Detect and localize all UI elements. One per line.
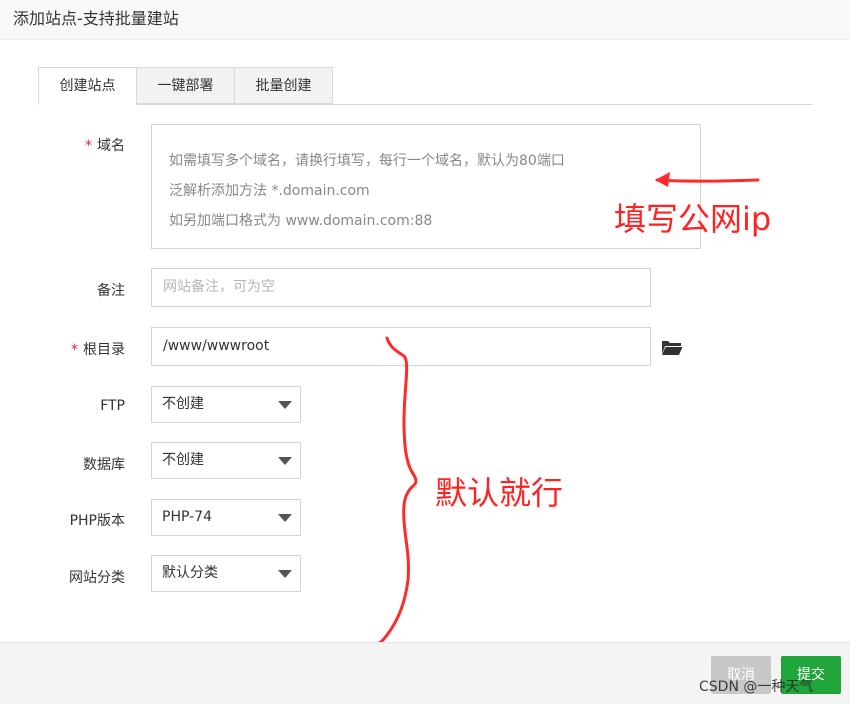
tab-bar: 创建站点 一键部署 批量创建	[38, 67, 813, 105]
domain-placeholder-line: 如需填写多个域名，请换行填写，每行一个域名，默认为80端口	[169, 153, 565, 169]
required-mark: *	[71, 342, 78, 358]
root-dir-input[interactable]: /www/wwwroot	[151, 327, 651, 366]
site-category-select[interactable]: 默认分类	[151, 555, 301, 592]
domain-label: * 域名	[85, 138, 125, 154]
root-dir-label: * 根目录	[71, 342, 125, 358]
tab-create-site[interactable]: 创建站点	[38, 67, 137, 105]
dialog-title-bar: 添加站点-支持批量建站	[0, 0, 850, 40]
chevron-down-icon	[278, 457, 292, 465]
database-select-value: 不创建	[162, 452, 204, 468]
annotation-fill-public-ip: 填写公网ip	[614, 200, 772, 238]
domain-placeholder-line: 泛解析添加方法 *.domain.com	[169, 183, 370, 199]
tab-batch-create[interactable]: 批量创建	[234, 67, 333, 104]
required-mark: *	[85, 138, 92, 154]
database-select[interactable]: 不创建	[151, 442, 301, 479]
watermark: CSDN @一种天气	[699, 679, 814, 695]
ftp-select[interactable]: 不创建	[151, 386, 301, 423]
ftp-select-value: 不创建	[162, 396, 204, 412]
folder-open-icon[interactable]	[661, 338, 683, 356]
site-category-label: 网站分类	[69, 570, 125, 586]
remark-label: 备注	[97, 283, 125, 299]
site-category-select-value: 默认分类	[162, 565, 218, 581]
dialog-title: 添加站点-支持批量建站	[13, 9, 179, 28]
annotation-default-ok: 默认就行	[435, 474, 564, 512]
tab-divider	[38, 104, 813, 105]
remark-input[interactable]: 网站备注，可为空	[151, 268, 651, 307]
tab-one-click-deploy[interactable]: 一键部署	[136, 67, 235, 104]
php-version-label: PHP版本	[69, 513, 125, 529]
database-label: 数据库	[83, 457, 125, 473]
chevron-down-icon	[278, 570, 292, 578]
php-version-select[interactable]: PHP-74	[151, 499, 301, 536]
php-version-select-value: PHP-74	[162, 509, 212, 525]
domain-placeholder-line: 如另加端口格式为 www.domain.com:88	[169, 213, 433, 229]
chevron-down-icon	[278, 514, 292, 522]
ftp-label: FTP	[100, 398, 125, 414]
annotation-brace	[367, 336, 418, 652]
chevron-down-icon	[278, 401, 292, 409]
